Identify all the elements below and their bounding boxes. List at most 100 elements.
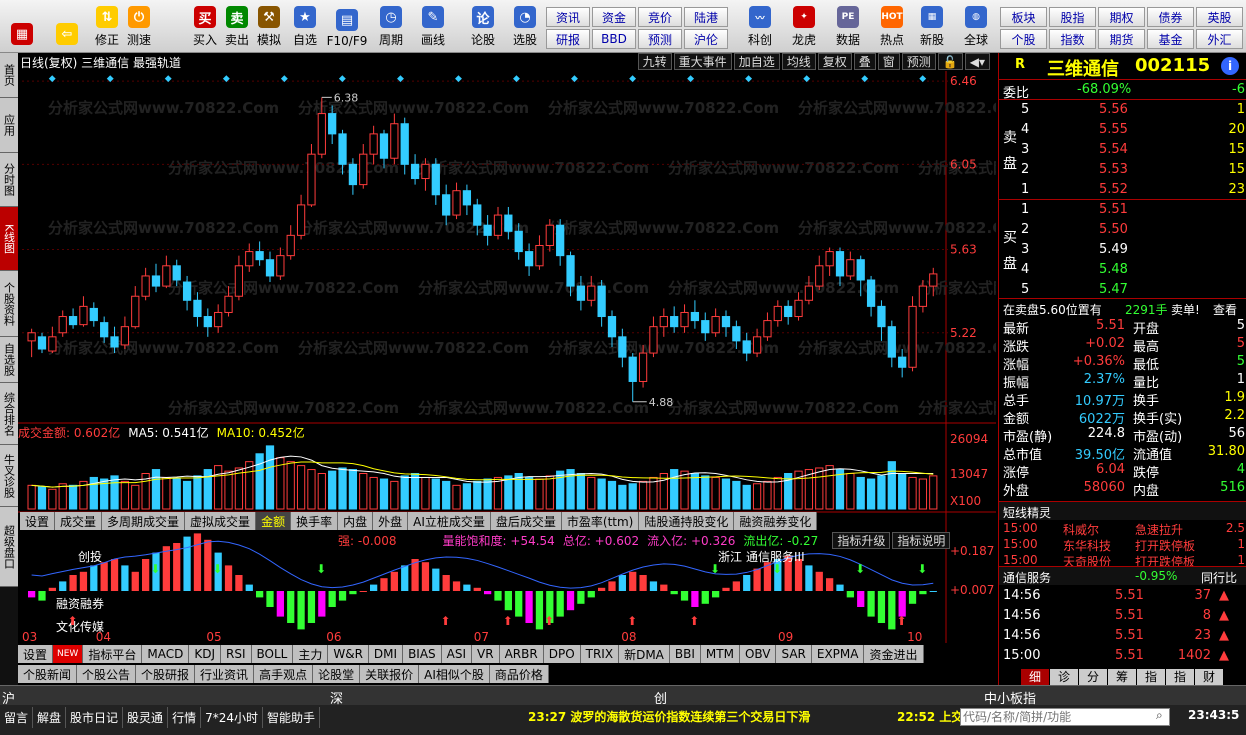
indicator-tab[interactable]: 融资融券变化 — [734, 512, 818, 530]
market-index-label[interactable]: 创 — [654, 688, 667, 707]
market-button[interactable]: 指数 — [1049, 29, 1096, 49]
clock-toolbar-button[interactable]: ⏻ 测速 — [122, 2, 156, 51]
quick-button[interactable]: BBD — [592, 29, 636, 49]
cycle-toolbar-button[interactable]: ◷ 周期 — [374, 2, 408, 51]
indicator-tab[interactable]: 成交量 — [55, 512, 103, 530]
indicator-tab[interactable]: 多周期成交量 — [102, 512, 186, 530]
indicator-select-tab[interactable]: BIAS — [403, 645, 442, 663]
pe-toolbar-button[interactable]: PE 数据 — [828, 2, 868, 51]
candlestick-chart[interactable]: 分析家公式网www.70822.Com 分析家公式网www.70822.Com 分析… — [18, 53, 996, 643]
leftnav-item[interactable]: 分时图 — [0, 153, 18, 207]
elf-row[interactable]: 15:00 东华科技 打开跌停板 1 — [999, 536, 1246, 553]
info-tab[interactable]: 关联报价 — [360, 665, 420, 683]
bid-row[interactable]: 1 5.51 — [999, 201, 1246, 220]
quick-button[interactable]: 陆港 — [684, 7, 728, 27]
indicator-select-tab[interactable]: 设置 — [18, 645, 54, 663]
indicator-select-tab[interactable]: ASI — [441, 645, 473, 663]
quote-tab[interactable]: 指 — [1166, 669, 1194, 685]
market-index-label[interactable]: 沪 — [2, 688, 15, 707]
indicator-tab[interactable]: 设置 — [20, 512, 56, 530]
quote-tab[interactable]: 财 — [1195, 669, 1223, 685]
indicator-select-tab[interactable]: KDJ — [189, 645, 221, 663]
search-input[interactable] — [960, 708, 1170, 726]
indicator-tab[interactable]: AI立桩成交量 — [408, 512, 491, 530]
sector-link[interactable]: 同行比 — [1201, 569, 1237, 586]
status-button[interactable]: 解盘 — [33, 707, 67, 728]
status-button[interactable]: 股灵通 — [123, 707, 169, 728]
quick-button[interactable]: 预测 — [638, 29, 682, 49]
indicator-select-tab[interactable]: DMI — [368, 645, 404, 663]
newstock-toolbar-button[interactable]: ▦ 新股 — [912, 2, 952, 51]
leftnav-item[interactable]: 综合排名 — [0, 383, 18, 445]
market-button[interactable]: 债券 — [1147, 7, 1194, 27]
quick-button[interactable]: 研报 — [546, 29, 590, 49]
window-toolbar-button[interactable]: ▤ F10/F9 — [327, 2, 367, 51]
market-button[interactable]: 期权 — [1098, 7, 1145, 27]
quick-button[interactable]: 沪伦 — [684, 29, 728, 49]
news-ticker-2[interactable]: 22:52 上交 — [897, 708, 963, 725]
ask-row[interactable]: 1 5.52 23 — [999, 181, 1246, 200]
quote-tab[interactable]: 诊 — [1050, 669, 1078, 685]
market-button[interactable]: 板块 — [1000, 7, 1047, 27]
sell-toolbar-button[interactable]: 卖卖出 — [220, 2, 254, 51]
indicator-select-tab[interactable]: VR — [472, 645, 500, 663]
info-tab[interactable]: 行业资讯 — [195, 665, 255, 683]
info-tab[interactable]: 论股堂 — [313, 665, 361, 683]
market-index-label[interactable]: 中小板指 — [984, 688, 1036, 707]
indicator-tab[interactable]: 盘后成交量 — [490, 512, 562, 530]
status-button[interactable]: 股市日记 — [66, 707, 124, 728]
indicator-tab[interactable]: 外盘 — [373, 512, 409, 530]
indicator-select-tab[interactable]: 新DMA — [619, 645, 670, 663]
market-button[interactable]: 个股 — [1000, 29, 1047, 49]
hot-toolbar-button[interactable]: HOT 热点 — [872, 2, 912, 51]
ask-row[interactable]: 5 5.56 1 — [999, 101, 1246, 120]
indicator-tab[interactable]: 虚拟成交量 — [185, 512, 257, 530]
hammer-toolbar-button[interactable]: ⚒ 模拟 — [252, 2, 286, 51]
market-button[interactable]: 股指 — [1049, 7, 1096, 27]
leftnav-item[interactable]: 超级盘口 — [0, 507, 18, 587]
info-tab[interactable]: 个股新闻 — [18, 665, 78, 683]
back-arrow-toolbar-button[interactable]: ⇦ — [50, 2, 84, 51]
indicator-tab[interactable]: 换手率 — [291, 512, 339, 530]
indicator-select-tab[interactable]: W&R — [328, 645, 369, 663]
app-grid-toolbar-button[interactable]: ▦ — [5, 2, 39, 51]
elf-row[interactable]: 15:00 科威尔 急速拉升 2.5 — [999, 520, 1246, 537]
quick-button[interactable]: 竞价 — [638, 7, 682, 27]
quote-tab[interactable]: 筹 — [1108, 669, 1136, 685]
status-button[interactable]: 7*24小时 — [201, 707, 263, 728]
quick-button[interactable]: 资金 — [592, 7, 636, 27]
globe-toolbar-button[interactable]: ◍ 全球 — [956, 2, 996, 51]
chart-toolbar-button[interactable]: 〰科创 — [740, 2, 780, 51]
dragon-toolbar-button[interactable]: ✦ 龙虎 — [784, 2, 824, 51]
discuss-toolbar-button[interactable]: 论论股 — [466, 2, 500, 51]
indicator-button[interactable]: 指标说明 — [892, 531, 951, 549]
indicator-select-tab[interactable]: RSI — [221, 645, 252, 663]
ask-row[interactable]: 4 5.55 20 — [999, 121, 1246, 140]
indicator-tab[interactable]: 陆股通持股变化 — [639, 512, 735, 530]
indicator-select-tab[interactable]: 资金进出 — [864, 645, 924, 663]
indicator-select-tab[interactable]: TRIX — [580, 645, 620, 663]
indicator-select-tab[interactable]: ARBR — [499, 645, 544, 663]
indicator-select-tab[interactable]: OBV — [739, 645, 777, 663]
info-tab[interactable]: 高手观点 — [254, 665, 314, 683]
leftnav-item[interactable]: 牛叉诊股 — [0, 445, 18, 507]
market-button[interactable]: 期货 — [1098, 29, 1145, 49]
status-button[interactable]: 留言 — [0, 707, 34, 728]
indicator-select-tab[interactable]: 主力 — [293, 645, 329, 663]
market-button[interactable]: 英股 — [1196, 7, 1243, 27]
indicator-select-tab[interactable]: 指标平台 — [83, 645, 143, 663]
info-tab[interactable]: 商品价格 — [489, 665, 549, 683]
status-button[interactable]: 智能助手 — [263, 707, 320, 728]
bid-row[interactable]: 3 5.49 — [999, 241, 1246, 260]
quick-button[interactable]: 资讯 — [546, 7, 590, 27]
indicator-tab[interactable]: 市盈率(ttm) — [561, 512, 640, 530]
leftnav-item[interactable]: 自选股 — [0, 337, 18, 383]
market-button[interactable]: 外汇 — [1196, 29, 1243, 49]
indicator-select-tab[interactable]: MTM — [700, 645, 740, 663]
news-ticker[interactable]: 23:27 波罗的海散货运价指数连续第三个交易日下滑 — [528, 708, 810, 725]
search-icon[interactable]: ⌕ — [1156, 708, 1163, 723]
pencil-toolbar-button[interactable]: ✎ 画线 — [416, 2, 450, 51]
leftnav-item[interactable]: 个股资料 — [0, 271, 18, 337]
bid-row[interactable]: 4 5.48 — [999, 261, 1246, 280]
info-tab[interactable]: 个股公告 — [77, 665, 137, 683]
